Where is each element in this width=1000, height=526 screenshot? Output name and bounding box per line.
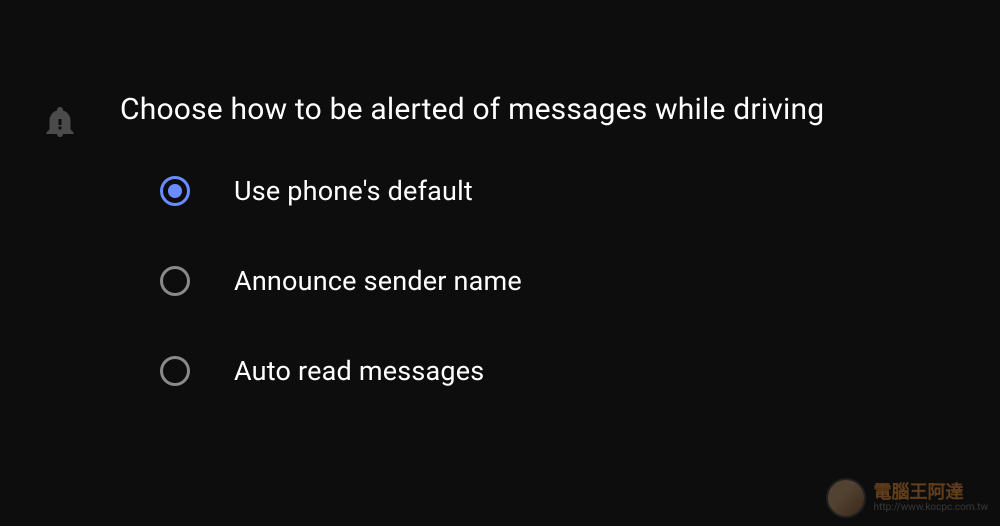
option-use-phone-default[interactable]: Use phone's default	[160, 175, 1000, 207]
option-label: Use phone's default	[234, 175, 473, 207]
option-label: Auto read messages	[234, 355, 484, 387]
option-auto-read[interactable]: Auto read messages	[160, 355, 1000, 387]
content-column: Choose how to be alerted of messages whi…	[120, 92, 1000, 445]
radio-button-selected[interactable]	[160, 176, 190, 206]
radio-button-unselected[interactable]	[160, 356, 190, 386]
settings-panel: Choose how to be alerted of messages whi…	[0, 0, 1000, 445]
radio-group: Use phone's default Announce sender name…	[120, 175, 1000, 387]
option-announce-sender[interactable]: Announce sender name	[160, 265, 1000, 297]
bell-alert-icon	[42, 104, 78, 140]
icon-column	[0, 92, 120, 445]
watermark-url: http://www.kocpc.com.tw	[874, 503, 988, 513]
option-label: Announce sender name	[234, 265, 522, 297]
watermark: 電腦王阿達 http://www.kocpc.com.tw	[826, 478, 988, 518]
watermark-text: 電腦王阿達 http://www.kocpc.com.tw	[874, 483, 988, 513]
watermark-title: 電腦王阿達	[874, 483, 988, 501]
watermark-avatar-icon	[826, 478, 866, 518]
settings-heading: Choose how to be alerted of messages whi…	[120, 92, 1000, 127]
radio-button-unselected[interactable]	[160, 266, 190, 296]
